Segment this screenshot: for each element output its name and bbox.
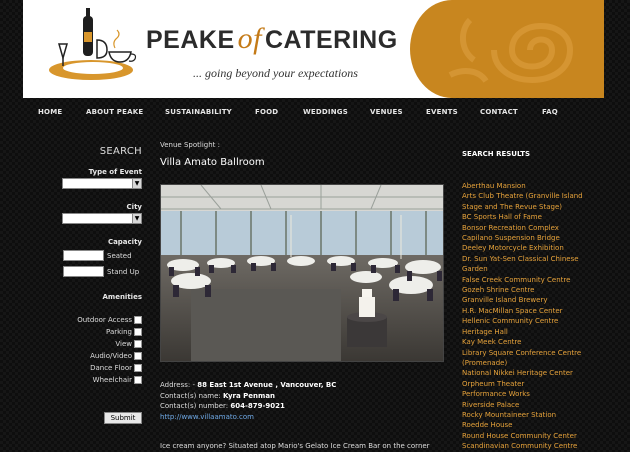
contact-name-value: Kyra Penman [223,391,276,400]
venue-title: Villa Amato Ballroom [160,157,265,168]
result-item[interactable]: Granville Island Brewery [462,295,602,305]
result-item[interactable]: Orpheum Theater [462,379,602,389]
city-select[interactable]: ▼ [62,213,142,224]
catering-logo-icon [49,8,137,80]
swirl-pattern-icon [448,17,574,83]
venue-info: Address: - 88 East 1st Avenue , Vancouve… [160,380,336,422]
seated-input[interactable] [63,250,104,261]
venue-website-link[interactable]: http://www.villaamato.com [160,413,254,421]
wheelchair-checkbox[interactable] [134,376,142,384]
venue-photo [160,184,444,362]
nav-sustainability[interactable]: SUSTAINABILITY [165,108,232,116]
contact-name-label: Contact(s) name: [160,391,221,400]
result-item[interactable]: Dr. Sun Yat-Sen Classical Chinese Garden [462,254,602,275]
amenity-label: Dance Floor [90,364,132,372]
site-header: PEAKE of CATERING ... going beyond your ex… [23,0,604,98]
address-row: Address: - 88 East 1st Avenue , Vancouve… [160,380,336,391]
chevron-down-icon: ▼ [132,214,141,223]
type-of-event-label: Type of Event [88,168,142,176]
result-item[interactable]: Rocky Mountaineer Station [462,410,602,420]
result-item[interactable]: Roedde House [462,420,602,430]
main-nav: HOME ABOUT PEAKE SUSTAINABILITY FOOD WED… [23,108,604,122]
amenity-label: Wheelchair [92,376,132,384]
result-item[interactable]: Scandinavian Community Centre [462,441,602,451]
result-item[interactable]: Capilano Suspension Bridge [462,233,602,243]
result-item[interactable]: Gozeh Shrine Centre [462,285,602,295]
result-item[interactable]: BC Sports Hall of Fame [462,212,602,222]
view-checkbox[interactable] [134,340,142,348]
contact-number-row: Contact(s) number: 604-879-9021 [160,401,336,412]
amenity-label: Parking [106,328,132,336]
nav-venues[interactable]: VENUES [370,108,403,116]
result-item[interactable]: H.R. MacMillan Space Center [462,306,602,316]
venue-description: Ice cream anyone? Situated atop Mario's … [160,442,430,450]
result-item[interactable]: Arts Club Theatre (Granville Island Stag… [462,191,602,212]
nav-weddings[interactable]: WEDDINGS [303,108,348,116]
dance-floor-checkbox[interactable] [134,364,142,372]
contact-name-row: Contact(s) name: Kyra Penman [160,391,336,402]
amenities-label: Amenities [102,293,142,301]
header-decoration [410,0,604,98]
result-item[interactable]: Deeley Motorcycle Exhibition [462,243,602,253]
audio-video-checkbox[interactable] [134,352,142,360]
search-title: SEARCH [99,146,142,157]
result-item[interactable]: Round House Community Center [462,431,602,441]
result-item[interactable]: Hellenic Community Centre [462,316,602,326]
amenity-label: Audio/Video [90,352,132,360]
nav-events[interactable]: EVENTS [426,108,458,116]
contact-number-label: Contact(s) number: [160,402,229,410]
address-value: 88 East 1st Avenue , Vancouver, BC [197,381,337,389]
standup-input[interactable] [63,266,104,277]
brand-name-of: of [237,22,262,55]
result-item[interactable]: Bonsor Recreation Complex [462,223,602,233]
tagline: ... going beyond your expectations [193,66,358,80]
spotlight-label: Venue Spotlight : [160,141,220,149]
brand-name-right: CATERING [264,26,398,54]
submit-button[interactable]: Submit [104,412,142,424]
ballroom-image [161,185,443,361]
capacity-label: Capacity [107,238,142,246]
chevron-down-icon: ▼ [132,179,141,188]
standup-label: Stand Up [107,268,140,276]
amenity-label: Outdoor Access [77,316,132,324]
city-label: City [126,203,142,211]
results-list: Aberthau Mansion Arts Club Theatre (Gran… [462,181,602,452]
search-results: SEARCH RESULTS Aberthau Mansion Arts Clu… [462,150,602,450]
result-item[interactable]: National Nikkei Heritage Center [462,368,602,378]
result-item[interactable]: Library Square Conference Centre (Promen… [462,348,602,369]
address-label: Address: - [160,381,195,389]
search-results-title: SEARCH RESULTS [462,150,531,158]
result-item[interactable]: Kay Meek Centre [462,337,602,347]
result-item[interactable]: False Creek Community Centre [462,275,602,285]
brand-name: PEAKE of CATERING [146,22,398,56]
nav-faq[interactable]: FAQ [542,108,558,116]
result-item[interactable]: Heritage Hall [462,327,602,337]
parking-checkbox[interactable] [134,328,142,336]
seated-label: Seated [107,252,132,260]
nav-about-peake[interactable]: ABOUT PEAKE [86,108,143,116]
brand-name-left: PEAKE [146,26,235,54]
amenity-label: View [115,340,132,348]
type-of-event-select[interactable]: ▼ [62,178,142,189]
outdoor-access-checkbox[interactable] [134,316,142,324]
nav-home[interactable]: HOME [38,108,62,116]
nav-contact[interactable]: CONTACT [480,108,518,116]
result-item[interactable]: Performance Works [462,389,602,399]
result-item[interactable]: Riverside Palace [462,400,602,410]
result-item[interactable]: Aberthau Mansion [462,181,602,191]
contact-number-value: 604-879-9021 [230,402,285,410]
nav-food[interactable]: FOOD [255,108,278,116]
